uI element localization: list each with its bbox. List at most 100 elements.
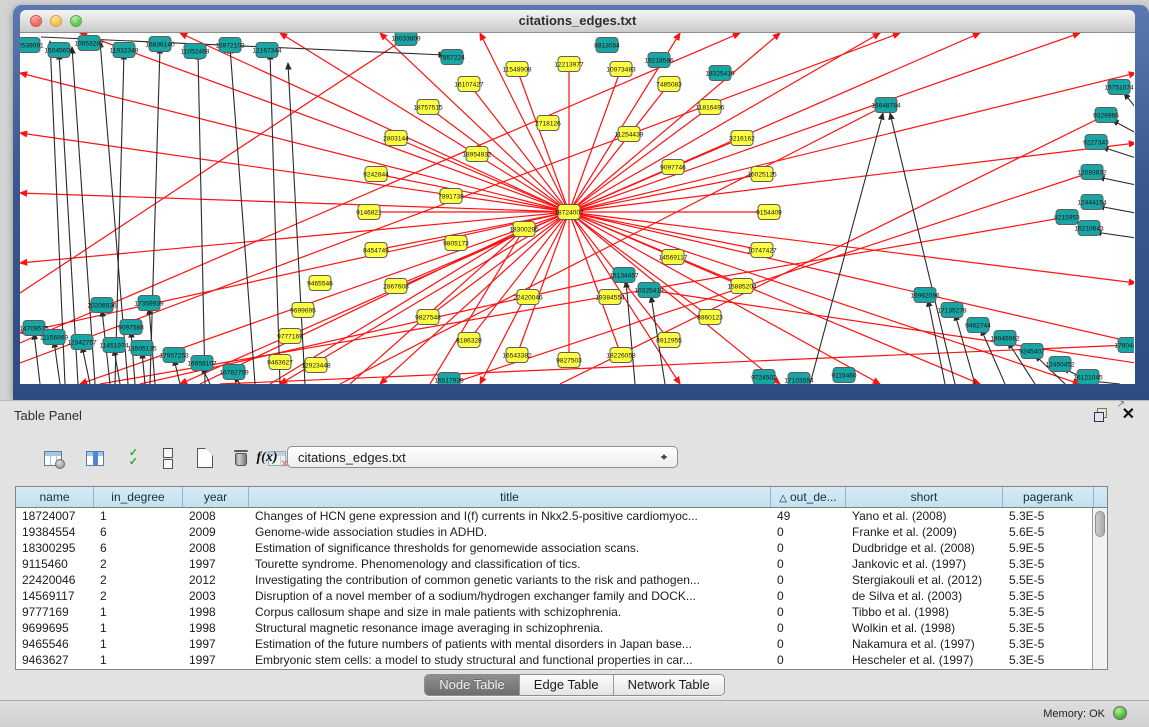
graph-node[interactable]: 9329966 xyxy=(1093,108,1119,123)
select-all-button[interactable]: ✓✓ xyxy=(120,445,146,471)
tab-node-table[interactable]: Node Table xyxy=(425,675,520,695)
table-cell[interactable]: 5.3E-5 xyxy=(1003,604,1094,620)
graph-node[interactable]: 16782759 xyxy=(219,365,249,380)
table-cell[interactable]: 2003 xyxy=(183,588,249,604)
graph-node[interactable]: 16107427 xyxy=(454,77,484,92)
table-cell[interactable]: Genome-wide association studies in ADHD. xyxy=(249,524,771,540)
minimize-window-button[interactable] xyxy=(50,15,62,27)
graph-node[interactable]: 17957253 xyxy=(159,348,189,363)
table-cell[interactable]: 5.9E-5 xyxy=(1003,540,1094,556)
graph-node[interactable]: 8813054 xyxy=(594,38,620,53)
table-settings-button[interactable] xyxy=(40,445,66,471)
graph-node[interactable]: 12923448 xyxy=(301,358,331,373)
graph-node[interactable]: 12444154 xyxy=(1077,195,1107,210)
table-cell[interactable]: Estimation of the future numbers of pati… xyxy=(249,636,771,652)
memory-ok-indicator[interactable] xyxy=(1113,706,1127,720)
graph-node[interactable]: 9115460 xyxy=(831,368,857,383)
table-row[interactable]: 946554611997Estimation of the future num… xyxy=(16,636,1107,652)
graph-node[interactable]: 11932348 xyxy=(110,43,139,58)
table-cell[interactable]: 5.3E-5 xyxy=(1003,556,1094,572)
graph-node[interactable]: 9227343 xyxy=(1083,135,1109,150)
column-header-year[interactable]: year xyxy=(183,487,249,507)
table-cell[interactable]: Estimation of significance thresholds fo… xyxy=(249,540,771,556)
graph-node[interactable]: 11052468 xyxy=(181,44,210,59)
graph-node[interactable]: 3216162 xyxy=(729,131,755,146)
table-cell[interactable]: 9115460 xyxy=(16,556,94,572)
table-row[interactable]: 946362711997Embryonic stem cells: a mode… xyxy=(16,652,1107,668)
table-cell[interactable]: Structural magnetic resonance image aver… xyxy=(249,620,771,636)
table-cell[interactable]: 14569117 xyxy=(16,588,94,604)
table-cell[interactable]: 9465546 xyxy=(16,636,94,652)
table-cell[interactable]: 0 xyxy=(771,652,846,668)
table-cell[interactable]: 5.3E-5 xyxy=(1003,636,1094,652)
graph-node[interactable]: 12450452 xyxy=(1045,357,1075,372)
graph-node[interactable]: 15134457 xyxy=(609,268,639,283)
table-row[interactable]: 1456911722003Disruption of a novel membe… xyxy=(16,588,1107,604)
column-header-outde[interactable]: △out_de... xyxy=(771,487,846,507)
graph-node[interactable]: 9242844 xyxy=(363,167,389,182)
graph-node[interactable]: 9699695 xyxy=(290,303,316,318)
graph-node[interactable]: 10653287 xyxy=(74,36,104,51)
table-cell[interactable]: 1998 xyxy=(183,604,249,620)
table-cell[interactable]: Embryonic stem cells: a model to study s… xyxy=(249,652,771,668)
table-cell[interactable]: 6 xyxy=(94,540,183,556)
column-header-indegree[interactable]: in_degree xyxy=(94,487,183,507)
table-cell[interactable]: 2 xyxy=(94,556,183,572)
select-columns-button[interactable] xyxy=(82,445,108,471)
table-cell[interactable]: 2008 xyxy=(183,540,249,556)
graph-node[interactable]: 16962096 xyxy=(910,288,940,303)
table-row[interactable]: 1938455462009Genome-wide association stu… xyxy=(16,524,1107,540)
table-cell[interactable]: Tourette syndrome. Phenomenology and cla… xyxy=(249,556,771,572)
graph-node[interactable]: 19384554 xyxy=(595,290,625,305)
table-cell[interactable]: 2 xyxy=(94,588,183,604)
tab-network-table[interactable]: Network Table xyxy=(614,675,724,695)
graph-node[interactable]: 11816496 xyxy=(696,100,725,115)
table-cell[interactable]: 1 xyxy=(94,652,183,668)
graph-node[interactable]: 9827548 xyxy=(415,310,441,325)
graph-node[interactable]: 17359939 xyxy=(134,296,164,311)
graph-node[interactable]: 10973483 xyxy=(606,62,636,77)
graph-node[interactable]: 14569117 xyxy=(659,250,688,265)
table-cell[interactable]: 1 xyxy=(94,604,183,620)
graph-node[interactable]: 16025125 xyxy=(747,167,777,182)
table-cell[interactable]: Investigating the contribution of common… xyxy=(249,572,771,588)
graph-node[interactable]: 15751074 xyxy=(1104,80,1134,95)
table-selector-combo[interactable]: citations_edges.txt xyxy=(287,446,678,468)
table-cell[interactable]: 5.5E-5 xyxy=(1003,572,1094,588)
column-header-pagerank[interactable]: pagerank xyxy=(1003,487,1094,507)
zoom-window-button[interactable] xyxy=(70,15,82,27)
graph-node[interactable]: 2867608 xyxy=(383,279,409,294)
graph-node[interactable]: 16836140 xyxy=(145,37,175,52)
table-cell[interactable]: 0 xyxy=(771,588,846,604)
graph-node[interactable]: 9245407 xyxy=(1019,344,1045,359)
graph-node[interactable]: 18954932 xyxy=(462,147,492,162)
graph-node[interactable]: 7891738 xyxy=(438,189,464,204)
table-cell[interactable]: 9777169 xyxy=(16,604,94,620)
table-cell[interactable]: 1997 xyxy=(183,636,249,652)
table-cell[interactable]: 9463627 xyxy=(16,652,94,668)
table-cell[interactable]: Tibbo et al. (1998) xyxy=(846,604,1003,620)
graph-node[interactable]: 18300295 xyxy=(509,222,539,237)
graph-node[interactable]: 9097746 xyxy=(660,160,686,175)
graph-node[interactable]: 9463627 xyxy=(267,355,293,370)
graph-node[interactable]: 15972103 xyxy=(215,38,245,53)
table-cell[interactable]: Disruption of a novel member of a sodium… xyxy=(249,588,771,604)
graph-node[interactable]: 9827503 xyxy=(556,353,582,368)
graph-node[interactable]: 11451974 xyxy=(100,338,129,353)
table-cell[interactable]: 0 xyxy=(771,556,846,572)
graph-node[interactable]: 9097588 xyxy=(118,320,144,335)
graph-node[interactable]: 9724502 xyxy=(751,370,777,385)
graph-node[interactable]: 16210643 xyxy=(1074,221,1104,236)
table-cell[interactable]: Franke et al. (2009) xyxy=(846,524,1003,540)
graph-node[interactable]: 20539091 xyxy=(20,38,44,53)
graph-node[interactable]: 8860123 xyxy=(697,310,723,325)
table-cell[interactable]: 49 xyxy=(771,508,846,524)
table-cell[interactable]: de Silva et al. (2003) xyxy=(846,588,1003,604)
table-cell[interactable]: 2 xyxy=(94,572,183,588)
graph-node[interactable]: 17135278 xyxy=(937,303,967,318)
table-cell[interactable]: 19384554 xyxy=(16,524,94,540)
scrollbar-thumb[interactable] xyxy=(1095,511,1105,537)
column-header-short[interactable]: short xyxy=(846,487,1003,507)
table-row[interactable]: 2242004622012Investigating the contribut… xyxy=(16,572,1107,588)
table-cell[interactable]: Stergiakouli et al. (2012) xyxy=(846,572,1003,588)
